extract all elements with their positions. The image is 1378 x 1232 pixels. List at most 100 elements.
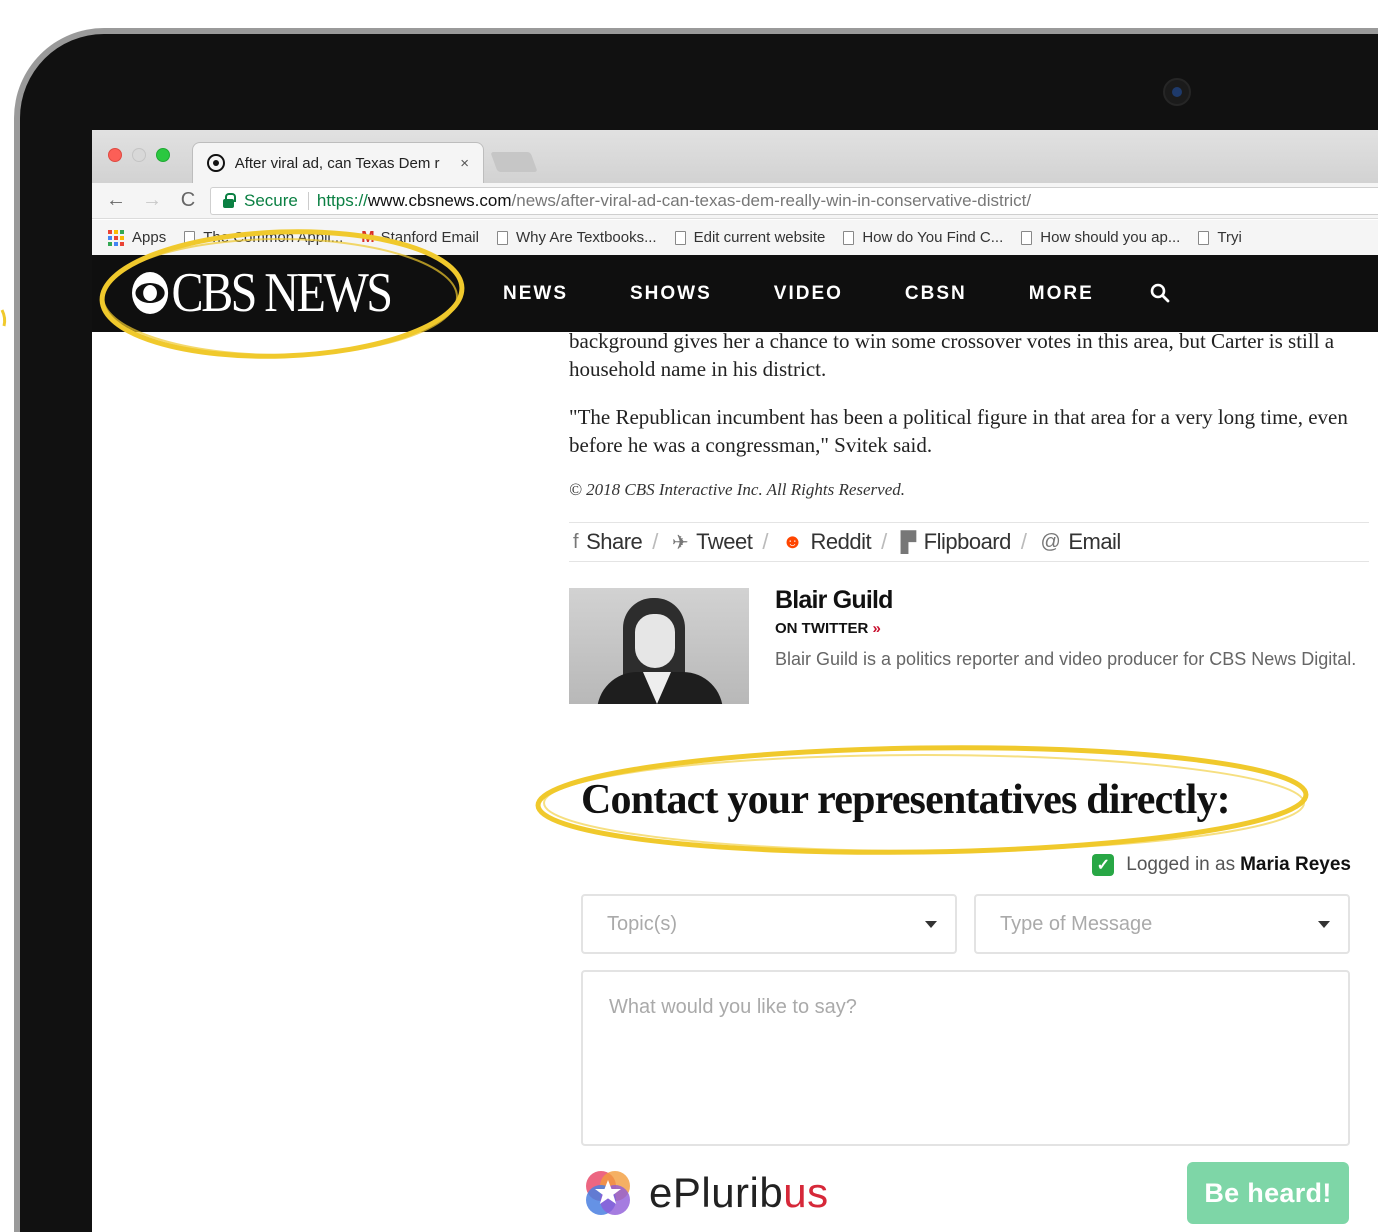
reload-icon[interactable]: C: [170, 189, 206, 212]
bookmark-label: How do You Find C...: [862, 229, 1004, 246]
main-menu: NEWS SHOWS VIDEO CBSN MORE: [503, 255, 1156, 332]
author-photo[interactable]: [569, 588, 749, 704]
share-label: Email: [1068, 529, 1121, 554]
bookmark-stanford-email[interactable]: M Stanford Email: [361, 229, 479, 247]
share-bar: f Share / ✈ Tweet / ☻ Reddit / ▛ Flipboa…: [569, 522, 1369, 562]
brand-accent: us: [783, 1169, 829, 1216]
bookmark-label: Tryi: [1217, 229, 1242, 246]
bookmark-label: Why Are Textbooks...: [515, 229, 657, 246]
page-icon: [1021, 230, 1033, 245]
twitter-bird-icon: ✈: [671, 531, 689, 554]
bookmark-common-app[interactable]: The Common Appli...: [184, 229, 343, 246]
secure-label: Secure: [244, 191, 298, 210]
cbs-news-logo[interactable]: CBS NEWS: [132, 262, 393, 324]
author-twitter-link[interactable]: ON TWITTER »: [775, 620, 881, 637]
nav-more[interactable]: MORE: [1029, 283, 1094, 305]
share-separator: /: [762, 529, 768, 554]
at-sign-icon: @: [1040, 530, 1061, 553]
bookmark-tryi[interactable]: Tryi: [1198, 229, 1242, 246]
maximize-window-button[interactable]: [156, 148, 170, 162]
share-separator: /: [881, 529, 887, 554]
back-arrow-icon[interactable]: ←: [98, 189, 134, 212]
page-icon: [674, 230, 686, 245]
address-bar[interactable]: Secure https://www.cbsnews.com/news/afte…: [210, 187, 1378, 215]
share-email-button[interactable]: @ Email: [1037, 529, 1122, 555]
topic-select[interactable]: Topic(s): [581, 894, 957, 954]
be-heard-button[interactable]: Be heard!: [1187, 1162, 1349, 1224]
author-bio: Blair Guild is a politics reporter and v…: [775, 649, 1357, 669]
bookmark-label: The Common Appli...: [203, 229, 344, 246]
new-tab-button[interactable]: [490, 152, 538, 172]
browser-window: After viral ad, can Texas Dem r × ← → C …: [92, 130, 1378, 1232]
logged-in-prefix: Logged in as: [1126, 854, 1236, 875]
bookmark-apps[interactable]: Apps: [108, 229, 166, 246]
type-placeholder: Type of Message: [1000, 912, 1153, 935]
bookmark-edit-website[interactable]: Edit current website: [674, 229, 826, 246]
share-label: Flipboard: [923, 529, 1012, 554]
article-paragraph: background gives her a chance to win som…: [569, 329, 1335, 381]
tab-title: After viral ad, can Texas Dem r: [234, 154, 440, 172]
nav-news[interactable]: NEWS: [503, 283, 568, 305]
share-label: Share: [586, 529, 643, 554]
article-paragraph: "The Republican incumbent has been a pol…: [569, 405, 1348, 457]
topic-placeholder: Topic(s): [607, 912, 678, 935]
url-path: /news/after-viral-ad-can-texas-dem-reall…: [511, 191, 1032, 210]
caret-down-icon: [1318, 921, 1330, 928]
cbs-eye-favicon-icon: [207, 154, 225, 172]
share-label: Reddit: [810, 529, 872, 554]
flipboard-icon: ▛: [900, 531, 916, 554]
bookmark-find[interactable]: How do You Find C...: [843, 229, 1003, 246]
brand-main: ePlurib: [649, 1169, 784, 1216]
share-reddit-button[interactable]: ☻ Reddit: [778, 529, 872, 555]
page-icon: [496, 230, 508, 245]
webcam: [1163, 78, 1191, 106]
minimize-window-button[interactable]: [132, 148, 146, 162]
lock-icon: [223, 192, 236, 208]
brand-name: ePluribus: [649, 1169, 829, 1217]
chevron-right-icon: »: [872, 620, 881, 637]
caret-down-icon: [925, 921, 937, 928]
epluribus-star-icon: [586, 1171, 630, 1215]
browser-tab-active[interactable]: After viral ad, can Texas Dem r ×: [192, 142, 484, 183]
apps-grid-icon: [108, 229, 124, 246]
tab-close-icon[interactable]: ×: [460, 155, 469, 172]
reddit-icon: ☻: [782, 530, 803, 553]
copyright-notice: © 2018 CBS Interactive Inc. All Rights R…: [569, 480, 905, 499]
checkmark-icon[interactable]: ✓: [1092, 854, 1115, 876]
bookmark-label: How should you ap...: [1040, 229, 1181, 246]
gmail-icon: M: [361, 228, 375, 246]
epluribus-logo[interactable]: ePluribus: [581, 1166, 829, 1220]
browser-toolbar: ← → C Secure https://www.cbsnews.com/new…: [92, 183, 1378, 219]
share-facebook-button[interactable]: f Share: [569, 529, 643, 555]
share-twitter-button[interactable]: ✈ Tweet: [668, 529, 753, 555]
bookmark-label: Apps: [132, 229, 167, 246]
facebook-icon: f: [573, 530, 579, 553]
page-icon: [184, 230, 196, 245]
search-icon[interactable]: [1150, 283, 1170, 303]
nav-cbsn[interactable]: CBSN: [905, 283, 967, 305]
share-label: Tweet: [696, 529, 753, 554]
bookmark-how-should[interactable]: How should you ap...: [1021, 229, 1180, 246]
bookmark-label: Stanford Email: [380, 229, 479, 246]
bookmark-label: Edit current website: [693, 229, 826, 246]
url-scheme: https://: [316, 191, 368, 210]
share-separator: /: [1020, 529, 1027, 554]
url-host: www.cbsnews.com: [367, 191, 512, 210]
twitter-label: ON TWITTER: [775, 620, 869, 637]
logged-in-status: ✓ Logged in as Maria Reyes: [1092, 854, 1351, 876]
forward-arrow-icon[interactable]: →: [134, 189, 170, 212]
page-icon: [843, 230, 855, 245]
site-navigation: CBS NEWS NEWS SHOWS VIDEO CBSN MORE: [92, 255, 1378, 332]
nav-video[interactable]: VIDEO: [774, 283, 843, 305]
close-window-button[interactable]: [108, 148, 122, 162]
message-type-select[interactable]: Type of Message: [974, 894, 1350, 954]
cbs-eye-icon: [132, 272, 169, 314]
nav-shows[interactable]: SHOWS: [630, 283, 712, 305]
share-flipboard-button[interactable]: ▛ Flipboard: [897, 529, 1012, 555]
message-textarea[interactable]: [581, 970, 1350, 1146]
bookmark-textbooks[interactable]: Why Are Textbooks...: [496, 229, 657, 246]
page-icon: [1198, 230, 1210, 245]
author-name[interactable]: Blair Guild: [775, 586, 893, 615]
contact-heading: Contact your representatives directly:: [581, 777, 1231, 823]
bookmarks-bar: Apps The Common Appli... M Stanford Emai…: [92, 220, 1378, 255]
